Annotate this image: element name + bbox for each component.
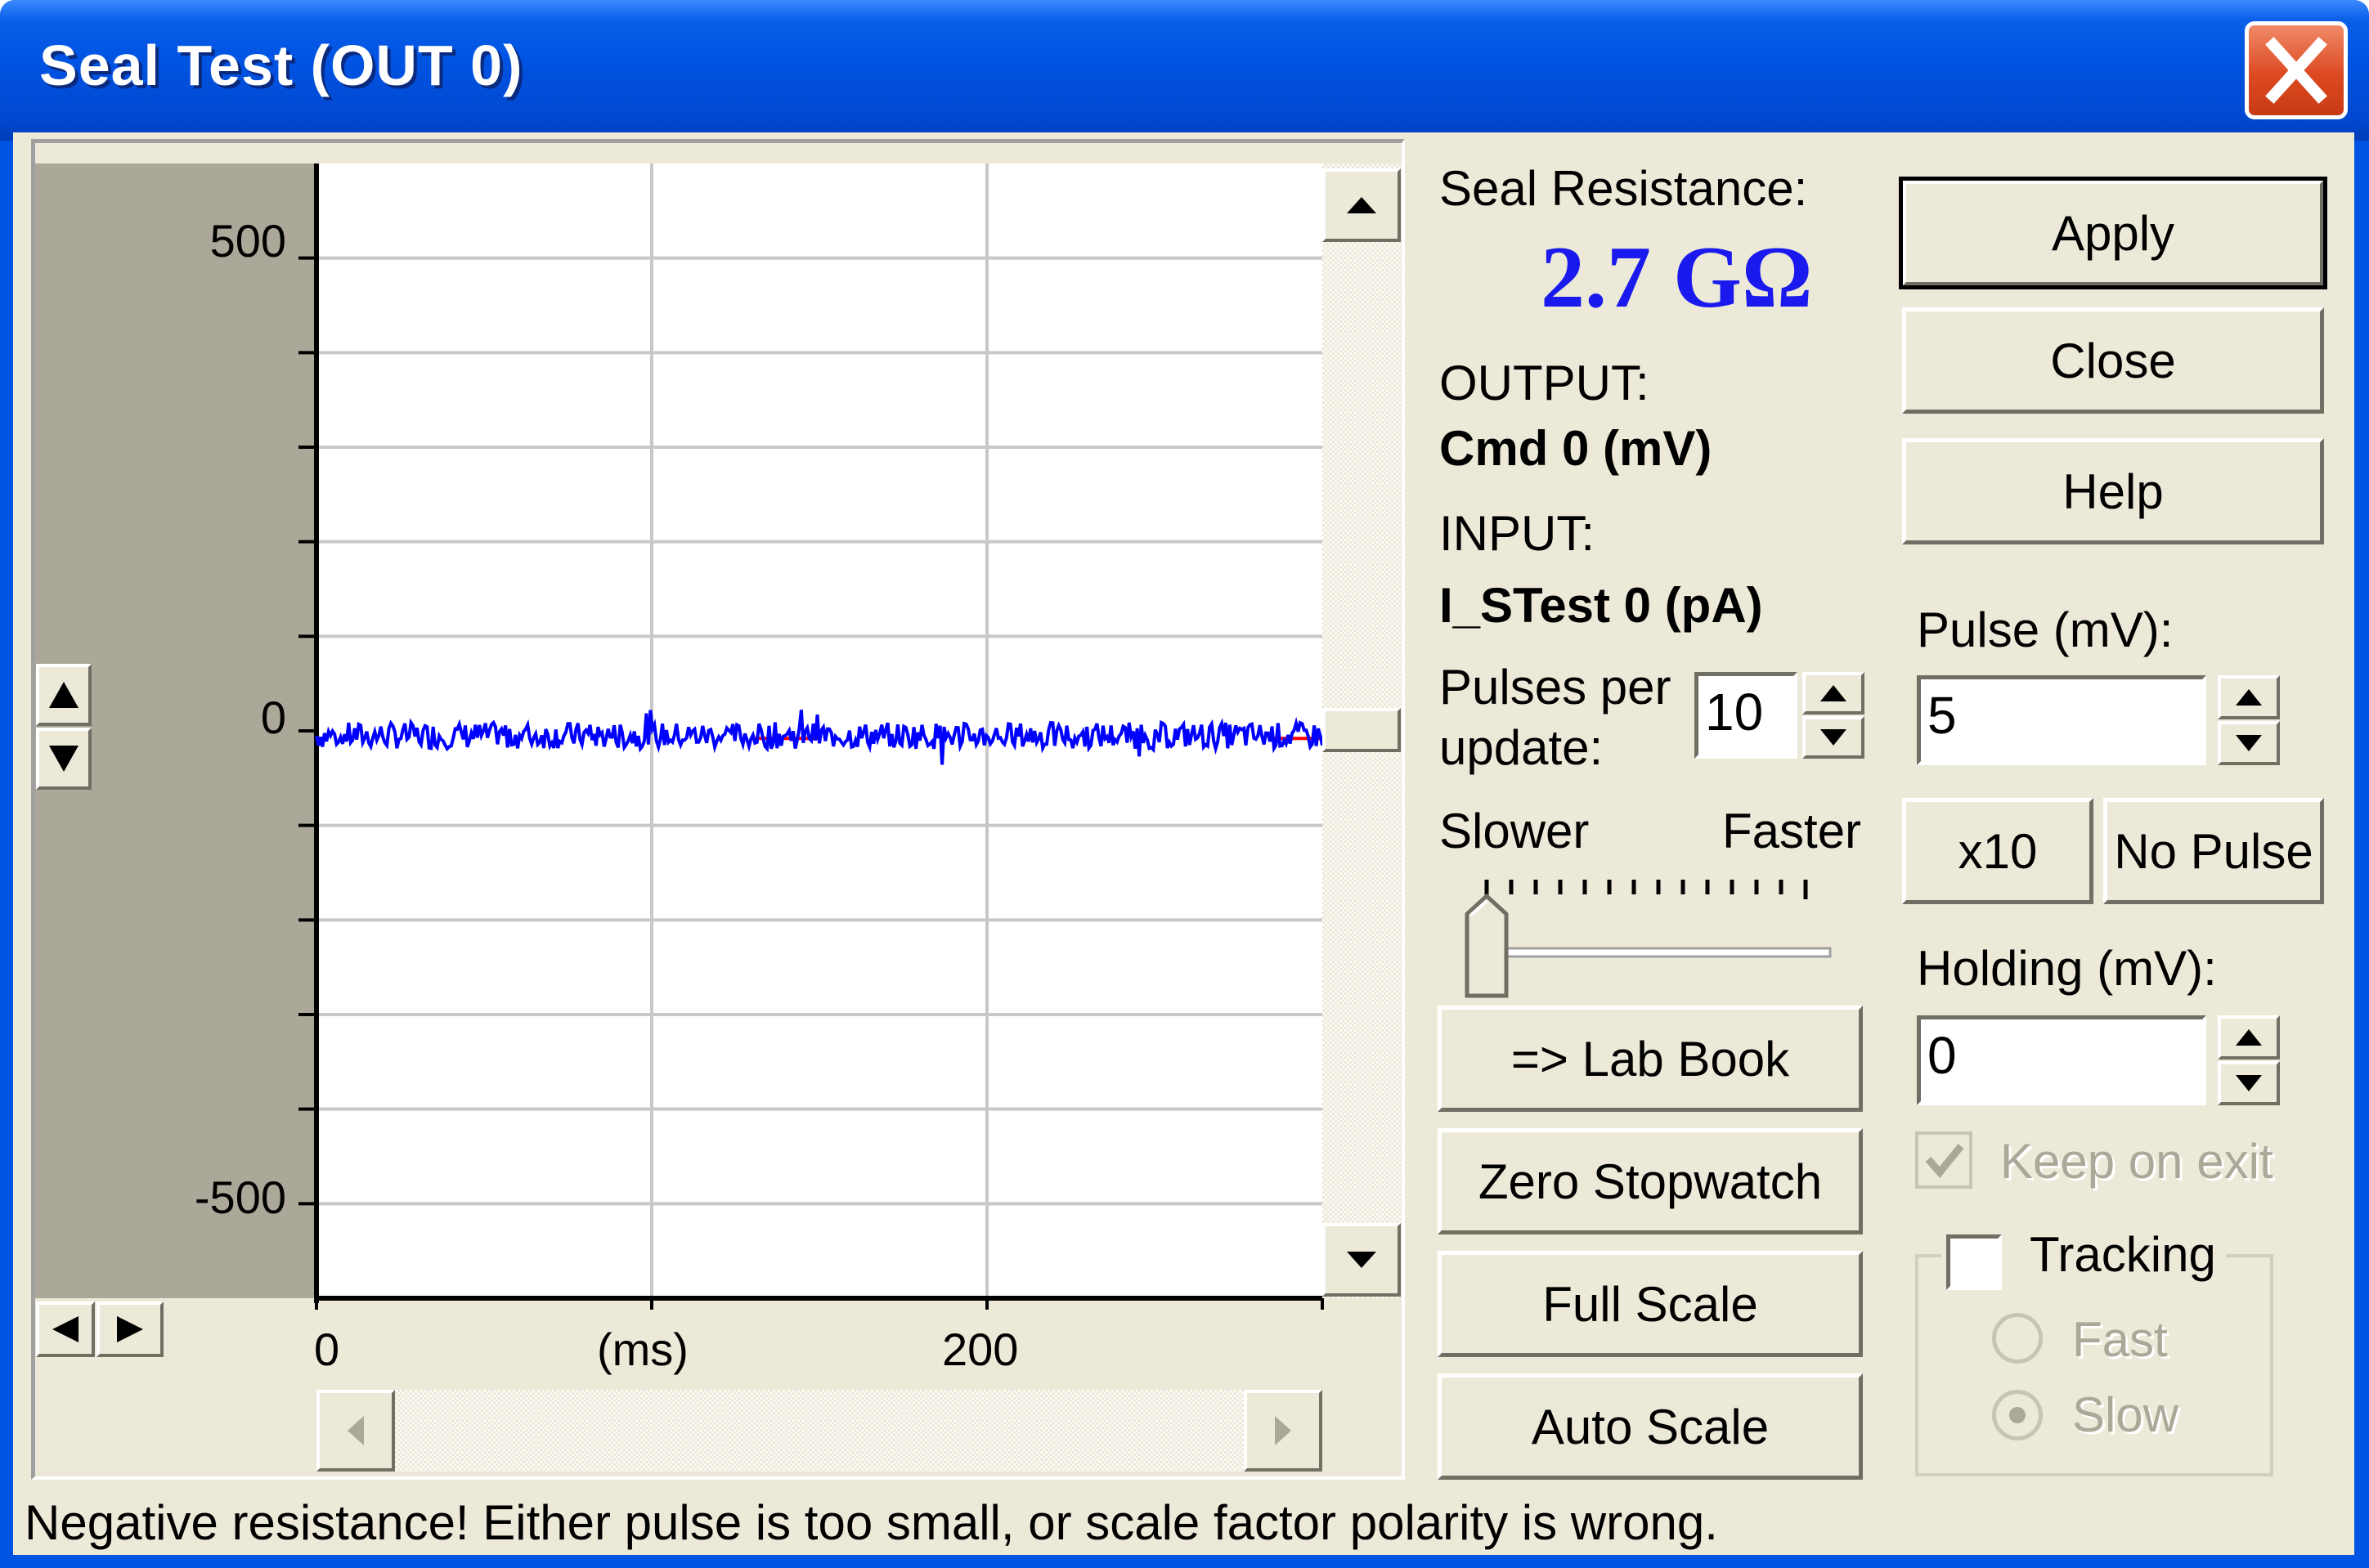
output-label: OUTPUT: — [1439, 356, 1649, 410]
y-tick-label: 0 — [260, 692, 286, 743]
no-pulse-button[interactable]: No Pulse — [2103, 798, 2324, 904]
arrow-left-icon — [52, 1316, 79, 1342]
holding-input[interactable]: 0 — [1917, 1015, 2206, 1105]
input-value: I_STest 0 (pA) — [1439, 578, 1763, 633]
pulses-up-button[interactable] — [1802, 672, 1864, 715]
y-tick-label: -500 — [194, 1172, 286, 1223]
arrow-down-icon — [1347, 1252, 1376, 1268]
arrow-right-icon — [1275, 1416, 1291, 1445]
keep-on-exit-checkbox[interactable] — [1915, 1131, 1972, 1189]
slow-radio[interactable] — [1992, 1390, 2043, 1440]
holding-up-button[interactable] — [2218, 1015, 2280, 1060]
arrow-up-icon — [2236, 689, 2262, 706]
slow-label: Slow — [2072, 1387, 2179, 1442]
pulse-input[interactable]: 5 — [1917, 675, 2206, 765]
x-axis-unit: (ms) — [597, 1324, 689, 1375]
pulse-label: Pulse (mV): — [1917, 603, 2174, 657]
pulses-down-button[interactable] — [1802, 716, 1864, 759]
x-scale-right-button[interactable] — [96, 1301, 164, 1357]
slider-thumb[interactable] — [1465, 893, 1509, 998]
slower-label: Slower — [1439, 804, 1590, 858]
x-scale-left-button[interactable] — [36, 1301, 95, 1357]
arrow-down-icon — [2236, 1075, 2262, 1091]
arrow-left-icon — [348, 1416, 364, 1445]
slider-ticks — [1484, 880, 1808, 899]
trace-group — [315, 710, 1324, 765]
arrow-down-icon — [2236, 735, 2262, 751]
output-value: Cmd 0 (mV) — [1439, 421, 1712, 476]
seal-resistance-value: 2.7 GΩ — [1541, 229, 1813, 326]
tracking-label-bg: Tracking — [2020, 1226, 2226, 1283]
current-trace — [315, 710, 1324, 765]
pulse-up-button[interactable] — [2218, 675, 2280, 719]
holding-label: Holding (mV): — [1917, 941, 2217, 996]
arrow-up-icon — [1820, 685, 1846, 701]
arrow-up-icon — [2236, 1029, 2262, 1046]
apply-button[interactable]: Apply — [1899, 177, 2327, 289]
x10-button[interactable]: x10 — [1902, 798, 2093, 904]
holding-down-button[interactable] — [2218, 1061, 2280, 1105]
lab-book-button[interactable]: => Lab Book — [1438, 1006, 1863, 1112]
tracking-checkbox[interactable] — [1946, 1234, 2002, 1290]
vertical-scroll-thumb[interactable] — [1322, 708, 1401, 752]
pulses-per-update-label-2: update: — [1439, 720, 1604, 775]
auto-scale-button[interactable]: Auto Scale — [1438, 1373, 1863, 1480]
full-scale-button[interactable]: Full Scale — [1438, 1251, 1863, 1357]
arrow-down-icon — [49, 746, 79, 772]
status-message: Negative resistance! Either pulse is too… — [25, 1495, 1718, 1550]
scroll-up-button[interactable] — [1322, 168, 1401, 242]
faster-label: Faster — [1722, 804, 1862, 858]
arrow-up-icon — [49, 682, 79, 708]
y-scale-up-button[interactable] — [36, 664, 92, 726]
slider-track — [1477, 947, 1832, 958]
horizontal-scrollbar[interactable] — [316, 1390, 1322, 1472]
scroll-down-button[interactable] — [1322, 1223, 1401, 1297]
arrow-right-icon — [117, 1316, 143, 1342]
keep-on-exit-label: Keep on exit — [2000, 1134, 2273, 1189]
arrow-down-icon — [1820, 729, 1846, 746]
seal-resistance-label: Seal Resistance: — [1439, 161, 1808, 216]
checkmark-icon — [1925, 1144, 1964, 1178]
speed-slider[interactable] — [1456, 865, 1848, 1012]
pulses-per-update-label: Pulses per — [1439, 660, 1671, 715]
close-button[interactable]: Close — [1902, 307, 2324, 414]
help-button[interactable]: Help — [1902, 438, 2324, 544]
scroll-left-button[interactable] — [316, 1390, 395, 1472]
fast-radio[interactable] — [1992, 1313, 2043, 1364]
tracking-label: Tracking — [2030, 1227, 2216, 1282]
y-scale-down-button[interactable] — [36, 728, 92, 790]
scroll-right-button[interactable] — [1244, 1390, 1322, 1472]
zero-stopwatch-button[interactable]: Zero Stopwatch — [1438, 1128, 1863, 1234]
x-tick-label: 200 — [942, 1324, 1019, 1375]
arrow-up-icon — [1347, 197, 1376, 213]
y-tick-label: 500 — [209, 215, 286, 267]
x-tick-label: 0 — [314, 1324, 340, 1375]
fast-label: Fast — [2072, 1312, 2168, 1367]
input-label: INPUT: — [1439, 506, 1595, 561]
radio-dot — [2009, 1407, 2026, 1423]
pulse-down-button[interactable] — [2218, 721, 2280, 765]
pulses-per-update-input[interactable]: 10 — [1694, 672, 1797, 759]
